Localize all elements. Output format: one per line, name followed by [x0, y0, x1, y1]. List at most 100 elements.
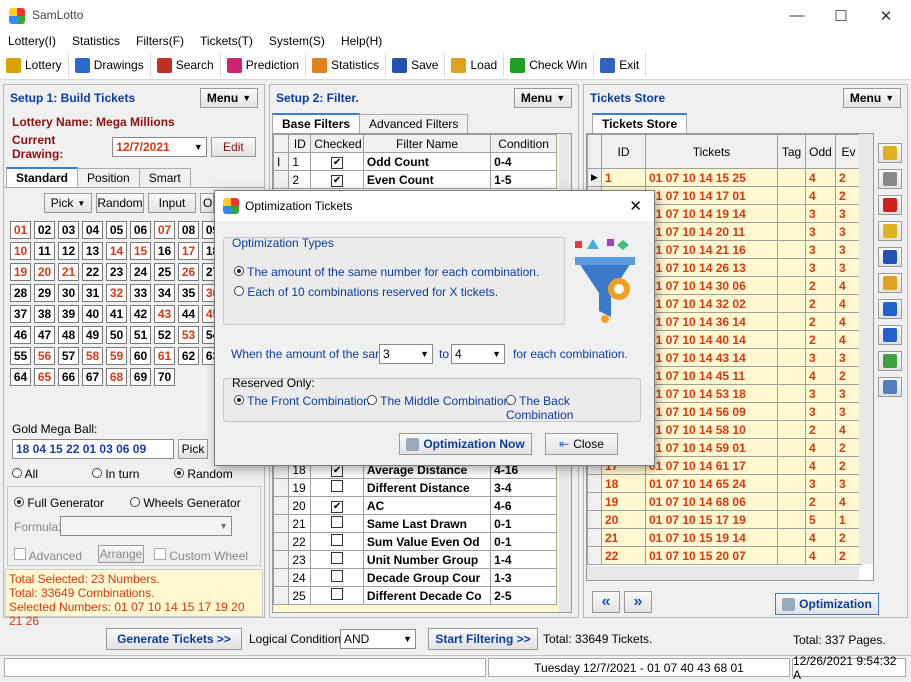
number-64[interactable]: 64	[10, 368, 31, 386]
generate-tickets-button[interactable]: Generate Tickets >>	[106, 628, 242, 650]
col-checked[interactable]: Checked	[310, 134, 364, 153]
filter-checkbox[interactable]: ✔	[331, 157, 344, 169]
filter-checkbox[interactable]	[331, 534, 344, 546]
radio-in-turn[interactable]: In turn	[92, 467, 174, 481]
col-odd[interactable]: Odd	[805, 134, 836, 169]
number-16[interactable]: 16	[154, 242, 175, 260]
number-20[interactable]: 20	[34, 263, 55, 281]
arrange-button[interactable]: Arrange	[98, 545, 144, 563]
number-35[interactable]: 35	[178, 284, 199, 302]
number-14[interactable]: 14	[106, 242, 127, 260]
toolbar-exit-button[interactable]: Exit	[594, 53, 647, 77]
number-60[interactable]: 60	[130, 347, 151, 365]
number-06[interactable]: 06	[130, 221, 151, 239]
ticket-row[interactable]: 19 01 07 10 14 68 06 2 4	[587, 492, 862, 511]
remove-button[interactable]	[878, 325, 902, 345]
number-03[interactable]: 03	[58, 221, 79, 239]
filter-row[interactable]: 25 Different Decade Co 2-5	[273, 586, 557, 605]
number-32[interactable]: 32	[106, 284, 127, 302]
optimization-now-button[interactable]: Optimization Now	[399, 433, 532, 455]
tab-smart[interactable]: Smart	[138, 168, 191, 187]
number-33[interactable]: 33	[130, 284, 151, 302]
toolbar-load-button[interactable]: Load	[445, 53, 505, 77]
radio-random[interactable]: Random	[174, 467, 233, 481]
setup1-menu-button[interactable]: Menu ▼	[200, 88, 258, 108]
number-48[interactable]: 48	[58, 326, 79, 344]
col-even[interactable]: Ev	[835, 134, 862, 169]
number-23[interactable]: 23	[106, 263, 127, 281]
number-13[interactable]: 13	[82, 242, 103, 260]
filter-row[interactable]: 20 ✔ AC 4-6	[273, 496, 557, 515]
filter-checkbox[interactable]	[331, 552, 344, 564]
input-button[interactable]: Input	[148, 193, 196, 213]
number-29[interactable]: 29	[34, 284, 55, 302]
number-02[interactable]: 02	[34, 221, 55, 239]
number-26[interactable]: 26	[178, 263, 199, 281]
next-page-button[interactable]: »	[624, 591, 652, 613]
number-47[interactable]: 47	[34, 326, 55, 344]
number-69[interactable]: 69	[130, 368, 151, 386]
number-61[interactable]: 61	[154, 347, 175, 365]
col-id[interactable]: ID	[288, 134, 312, 153]
number-10[interactable]: 10	[10, 242, 31, 260]
tab-standard[interactable]: Standard	[6, 167, 79, 187]
filter-checkbox[interactable]	[331, 516, 344, 528]
edit-drawing-button[interactable]: Edit	[210, 137, 256, 157]
ticket-row[interactable]: 20 01 07 10 15 17 19 5 1	[587, 510, 862, 529]
tab-advanced-filters[interactable]: Advanced Filters	[359, 114, 469, 133]
number-41[interactable]: 41	[106, 305, 127, 323]
number-12[interactable]: 12	[58, 242, 79, 260]
number-58[interactable]: 58	[82, 347, 103, 365]
menu-help[interactable]: Help(H)	[333, 31, 390, 51]
number-46[interactable]: 46	[10, 326, 31, 344]
delete-button[interactable]	[878, 195, 902, 215]
radio-wheels-generator[interactable]: Wheels Generator	[130, 496, 241, 510]
formula-select[interactable]: ▼	[60, 516, 232, 536]
close-dialog-button[interactable]: ⇤ Close	[545, 433, 618, 455]
option-same-number[interactable]: The amount of the same number for each c…	[234, 265, 539, 279]
number-25[interactable]: 25	[154, 263, 175, 281]
broom-button[interactable]	[878, 169, 902, 189]
number-49[interactable]: 49	[82, 326, 103, 344]
ticket-row[interactable]: 21 01 07 10 15 19 14 4 2	[587, 528, 862, 547]
amount-to-select[interactable]: 4 ▼	[451, 344, 505, 364]
filter-checkbox[interactable]: ✔	[331, 465, 344, 477]
toolbar-prediction-button[interactable]: Prediction	[221, 53, 307, 77]
number-24[interactable]: 24	[130, 263, 151, 281]
number-21[interactable]: 21	[58, 263, 79, 281]
filter-checkbox[interactable]: ✔	[331, 501, 344, 513]
col-ticket-id[interactable]: ID	[601, 134, 646, 169]
number-67[interactable]: 67	[82, 368, 103, 386]
start-filtering-button[interactable]: Start Filtering >>	[428, 628, 538, 650]
number-37[interactable]: 37	[10, 305, 31, 323]
radio-full-generator[interactable]: Full Generator	[14, 496, 104, 510]
copy-button[interactable]	[878, 273, 902, 293]
print-button[interactable]	[878, 377, 902, 397]
number-01[interactable]: 01	[10, 221, 31, 239]
number-39[interactable]: 39	[58, 305, 79, 323]
option-back[interactable]: The Back Combination	[506, 394, 640, 422]
random-button[interactable]: Random	[96, 193, 144, 213]
number-52[interactable]: 52	[154, 326, 175, 344]
number-43[interactable]: 43	[154, 305, 175, 323]
tickets-hscrollbar[interactable]	[587, 566, 859, 580]
option-reserved-tickets[interactable]: Each of 10 combinations reserved for X t…	[234, 285, 498, 299]
toolbar-lottery-button[interactable]: Lottery	[0, 53, 69, 77]
filter-row[interactable]: 21 Same Last Drawn 0-1	[273, 514, 557, 533]
number-68[interactable]: 68	[106, 368, 127, 386]
current-drawing-select[interactable]: 12/7/2021 ▼	[112, 137, 207, 157]
custom-wheel-checkbox[interactable]: Custom Wheel	[154, 548, 248, 563]
filter-row[interactable]: 23 Unit Number Group 1-4	[273, 550, 557, 569]
tab-base-filters[interactable]: Base Filters	[272, 113, 361, 133]
ticket-row[interactable]: 18 01 07 10 14 65 24 3 3	[587, 474, 862, 493]
minimize-button[interactable]: —	[774, 0, 820, 31]
number-11[interactable]: 11	[34, 242, 55, 260]
menu-system[interactable]: System(S)	[261, 31, 333, 51]
gold-pick-button[interactable]: Pick	[178, 439, 208, 459]
filter-row[interactable]: 19 Different Distance 3-4	[273, 478, 557, 497]
folder-star-button[interactable]	[878, 143, 902, 163]
toolbar-statistics-button[interactable]: Statistics	[306, 53, 387, 77]
toolbar-save-button[interactable]: Save	[386, 53, 446, 77]
number-53[interactable]: 53	[178, 326, 199, 344]
advanced-checkbox[interactable]: Advanced	[14, 548, 82, 563]
